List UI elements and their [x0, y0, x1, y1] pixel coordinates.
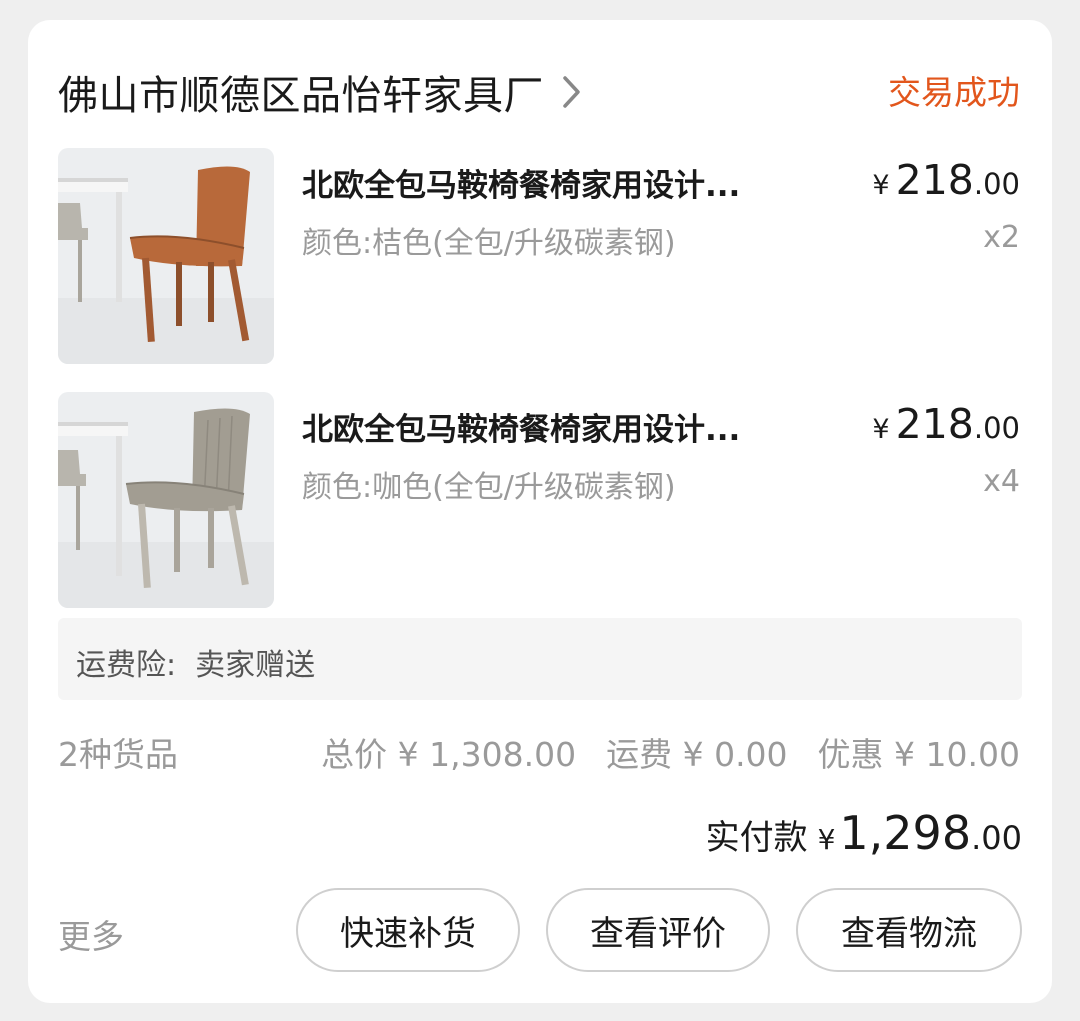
product-title[interactable]: 北欧全包马鞍椅餐椅家用设计... [302, 404, 740, 449]
order-item[interactable]: 北欧全包马鞍椅餐椅家用设计... 颜色:桔色(全包/升级碳素钢) ¥218.00… [58, 148, 1020, 364]
shipping-fee: 运费 ¥ 0.00 [606, 735, 788, 774]
currency-symbol: ¥ [872, 170, 890, 201]
product-spec: 颜色:咖色(全包/升级碳素钢) [302, 470, 676, 505]
view-review-button[interactable]: 查看评价 [546, 888, 770, 972]
amount-paid-label: 实付款 [705, 818, 808, 858]
order-card: 佛山市顺德区品怡轩家具厂 交易成功 北欧全包马鞍椅餐椅家用设计... 颜色:桔色… [28, 20, 1052, 1003]
discount: 优惠 ¥ 10.00 [817, 735, 1020, 774]
shop-name[interactable]: 佛山市顺德区品怡轩家具厂 [58, 63, 544, 121]
product-image[interactable] [58, 392, 274, 608]
price-decimal: .00 [973, 411, 1020, 445]
currency-symbol: ¥ [817, 823, 836, 856]
quick-restock-button[interactable]: 快速补货 [296, 888, 520, 972]
amount-paid-integer: 1,298 [839, 806, 972, 860]
price-decimal: .00 [973, 167, 1020, 201]
order-status: 交易成功 [888, 73, 1020, 112]
shop-header[interactable]: 佛山市顺德区品怡轩家具厂 [58, 64, 582, 120]
product-quantity: x4 [983, 464, 1020, 499]
freight-insurance-text: 运费险: 卖家赠送 [76, 648, 316, 683]
product-image[interactable] [58, 148, 274, 364]
order-item[interactable]: 北欧全包马鞍椅餐椅家用设计... 颜色:咖色(全包/升级碳素钢) ¥218.00… [58, 392, 1020, 608]
product-spec: 颜色:桔色(全包/升级碳素钢) [302, 226, 676, 261]
amount-paid: 实付款 ¥1,298.00 [706, 806, 1022, 860]
item-kinds-count: 2种货品 [58, 735, 178, 774]
order-summary: 2种货品 总价 ¥ 1,308.00 运费 ¥ 0.00 优惠 ¥ 10.00 [58, 728, 1020, 774]
product-price: ¥218.00 [872, 156, 1020, 204]
price-integer: 218 [895, 400, 974, 448]
product-quantity: x2 [983, 220, 1020, 255]
more-button[interactable]: 更多 [58, 910, 124, 958]
amount-paid-decimal: .00 [971, 819, 1022, 857]
price-integer: 218 [895, 156, 974, 204]
product-title[interactable]: 北欧全包马鞍椅餐椅家用设计... [302, 160, 740, 205]
product-price: ¥218.00 [872, 400, 1020, 448]
price-breakdown: 总价 ¥ 1,308.00 运费 ¥ 0.00 优惠 ¥ 10.00 [291, 728, 1020, 776]
currency-symbol: ¥ [872, 414, 890, 445]
freight-insurance-bar: 运费险: 卖家赠送 [58, 618, 1022, 700]
chevron-right-icon[interactable] [562, 75, 582, 109]
view-logistics-button[interactable]: 查看物流 [796, 888, 1022, 972]
total-price: 总价 ¥ 1,308.00 [321, 735, 577, 774]
